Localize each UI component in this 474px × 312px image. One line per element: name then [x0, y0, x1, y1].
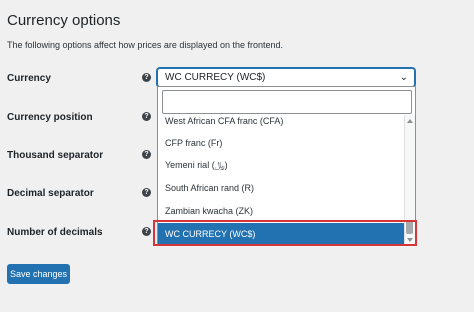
- chevron-down-icon[interactable]: ⌄: [400, 72, 408, 83]
- thousand-separator-help-icon[interactable]: ?: [142, 150, 151, 159]
- scroll-up-icon[interactable]: [407, 119, 413, 123]
- selected-option-highlight: [153, 220, 417, 246]
- decimal-separator-label: Decimal separator: [7, 188, 94, 199]
- currency-option[interactable]: Yemeni rial (﷼): [158, 154, 406, 176]
- currency-option[interactable]: South African rand (R): [158, 177, 406, 199]
- currency-label: Currency: [7, 73, 51, 84]
- decimal-separator-help-icon[interactable]: ?: [142, 188, 151, 197]
- save-changes-button[interactable]: Save changes: [7, 264, 70, 284]
- number-of-decimals-help-icon[interactable]: ?: [142, 227, 151, 236]
- currency-option[interactable]: Zambian kwacha (ZK): [158, 200, 406, 222]
- section-title: Currency options: [7, 12, 121, 29]
- number-of-decimals-label: Number of decimals: [7, 227, 103, 238]
- currency-position-label: Currency position: [7, 112, 93, 123]
- thousand-separator-label: Thousand separator: [7, 150, 104, 161]
- currency-select[interactable]: WC CURRECY (WC$) ⌄: [157, 68, 415, 87]
- currency-option[interactable]: CFP franc (Fr): [158, 132, 406, 154]
- section-description: The following options affect how prices …: [7, 40, 284, 50]
- currency-option[interactable]: West African CFA franc (CFA): [158, 110, 406, 132]
- currency-select-value: WC CURRECY (WC$): [165, 72, 266, 83]
- currency-help-icon[interactable]: ?: [142, 73, 151, 82]
- currency-position-help-icon[interactable]: ?: [142, 112, 151, 121]
